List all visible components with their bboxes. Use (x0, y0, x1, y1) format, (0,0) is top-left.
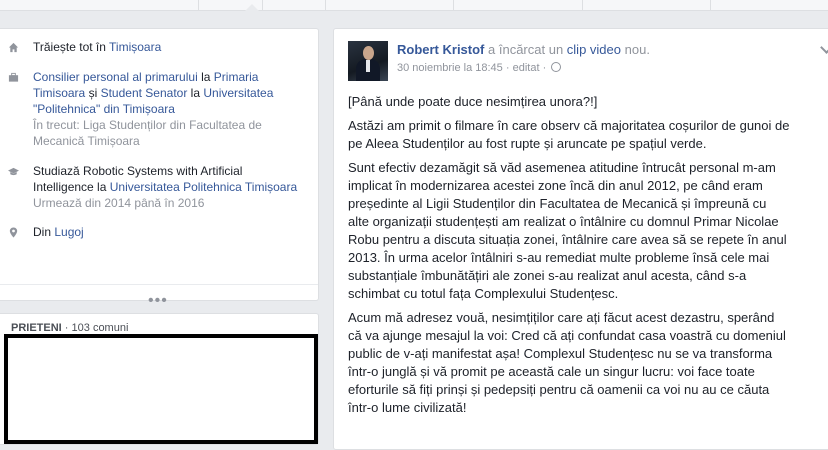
post-line: implicat în modernizarea acestei zone în… (348, 178, 763, 193)
post-paragraph: [Până unde poate duce nesimțirea unora?!… (348, 93, 828, 111)
friends-separator: · (64, 322, 69, 334)
post-line: într-o lume civilizată! (348, 400, 467, 415)
author-name-link[interactable]: Robert Kristof (397, 42, 484, 57)
work-employer-link-cont[interactable]: Timisoara (33, 86, 85, 100)
post-timestamp[interactable]: 30 noiembrie la 18:45 (397, 62, 503, 74)
tab-divider (325, 0, 326, 10)
video-link[interactable]: clip video (567, 42, 621, 57)
post-line: Sunt efectiv dezamăgit să văd asemenea a… (348, 160, 776, 175)
work-past-link-cont[interactable]: Mecanică Timișoara (33, 134, 140, 148)
friends-grid-redacted (4, 334, 318, 444)
avatar[interactable] (348, 41, 388, 81)
work-employer2-city[interactable]: din Timișoara (104, 102, 175, 116)
work-employer2-link-cont[interactable]: "Politehnica" (33, 102, 100, 116)
work-past-link[interactable]: Liga Studenților din Facultatea de (83, 118, 262, 132)
post-line: schimbat cu totul fața Complexului Stude… (348, 286, 619, 301)
post-meta: 30 noiembrie la 18:45 · editat · (397, 62, 562, 74)
from-prefix: Din (33, 225, 52, 239)
post-header: Robert Kristof a încărcat un clip video … (397, 42, 650, 57)
study-school-link[interactable]: Universitatea Politehnica Timișoara (110, 180, 297, 194)
study-period: Urmează din 2014 până în 2016 (33, 196, 205, 210)
post-paragraph: Acum mă adresez vouă, nesimțiților care … (348, 309, 828, 417)
study-line1: Studiază Robotic Systems with Artificial (33, 164, 243, 178)
post-text: [Până unde poate duce nesimțirea unora?!… (348, 93, 828, 423)
from-place-link[interactable]: Lugoj (54, 225, 83, 239)
work-past-prefix: În trecut: (33, 118, 80, 132)
post-line: Acum mă adresez vouă, nesimțiților care … (348, 310, 775, 325)
post-line: alte organizații studențești am realizat… (348, 214, 779, 229)
lives-place-link[interactable]: Timișoara (109, 40, 161, 54)
intro-lives-item: Trăiește tot în Timișoara (8, 39, 312, 55)
active-tab-caret (245, 4, 259, 11)
post-line: că va ajunge mesajul la voi: Cred că ați… (348, 328, 786, 343)
post-card: Robert Kristof a încărcat un clip video … (333, 28, 828, 450)
see-more-button[interactable]: ••• (148, 292, 168, 310)
post-line: Robu pentru a discuta situația zonei, în… (348, 232, 787, 247)
intro-work-item: Consilier personal al primarului la Prim… (8, 69, 312, 149)
post-paragraph: Sunt efectiv dezamăgit să văd asemenea a… (348, 159, 828, 303)
top-tabs-bar (0, 0, 828, 11)
post-line: eforturile să fiți prinși și pedepsiți p… (348, 382, 770, 397)
globe-icon[interactable] (551, 62, 562, 72)
post-action-prefix: a încărcat un (488, 42, 564, 57)
work-employer-link[interactable]: Primaria (214, 70, 259, 84)
friends-card: PRIETENI · 103 comuni (0, 313, 319, 445)
briefcase-icon (8, 72, 19, 82)
tab-divider (710, 0, 711, 10)
work-connector: la (190, 86, 201, 100)
lives-prefix: Trăiește tot în (33, 40, 106, 54)
work-position-link[interactable]: Consilier personal al primarului (33, 70, 198, 84)
home-icon (8, 42, 19, 53)
work-employer2-link[interactable]: Universitatea (203, 86, 273, 100)
post-line: președinte al Ligii Studenților din Facu… (348, 196, 767, 211)
intro-study-item: Studiază Robotic Systems with Artificial… (8, 163, 312, 211)
post-action-suffix: nou. (624, 42, 650, 57)
friends-title[interactable]: PRIETENI (11, 322, 62, 334)
edited-label[interactable]: editat (513, 62, 540, 74)
mutual-friends-count[interactable]: 103 comuni (72, 322, 129, 334)
tab-divider (198, 0, 199, 10)
tab-divider (262, 0, 263, 10)
friends-heading: PRIETENI · 103 comuni (11, 322, 128, 334)
post-line: într-o junglă și vă promit pe această ca… (348, 364, 755, 379)
post-line: 2013. În urma acelor întâlniri s-au reme… (348, 250, 770, 265)
work-connector: la (201, 70, 211, 84)
intro-card: Trăiește tot în Timișoara Consilier pers… (0, 28, 319, 309)
post-line: substanțiale îmbunătățiri ale zonei s-au… (348, 268, 747, 283)
post-line: Astăzi am primit o filmare în care obser… (348, 118, 790, 133)
post-line: pe Aleea Studenților au fost rupte și ar… (348, 136, 707, 151)
post-line: public de v-ați manifestat așa! Complexu… (348, 346, 773, 361)
post-line: [Până unde poate duce nesimțirea unora?!… (348, 94, 598, 109)
work-position2-link[interactable]: Student Senator (101, 86, 188, 100)
meta-dot: · (505, 62, 510, 74)
tab-divider (453, 0, 454, 10)
meta-dot: · (542, 62, 547, 74)
intro-from-item: Din Lugoj (8, 224, 312, 240)
post-paragraph: Astăzi am primit o filmare în care obser… (348, 117, 828, 153)
chevron-down-icon[interactable] (820, 41, 828, 54)
study-line2-prefix: Intelligence la (33, 180, 107, 194)
location-pin-icon (9, 227, 18, 238)
intro-divider (0, 284, 318, 285)
tab-divider (582, 0, 583, 10)
graduation-cap-icon (8, 167, 19, 176)
work-connector: și (88, 86, 98, 100)
